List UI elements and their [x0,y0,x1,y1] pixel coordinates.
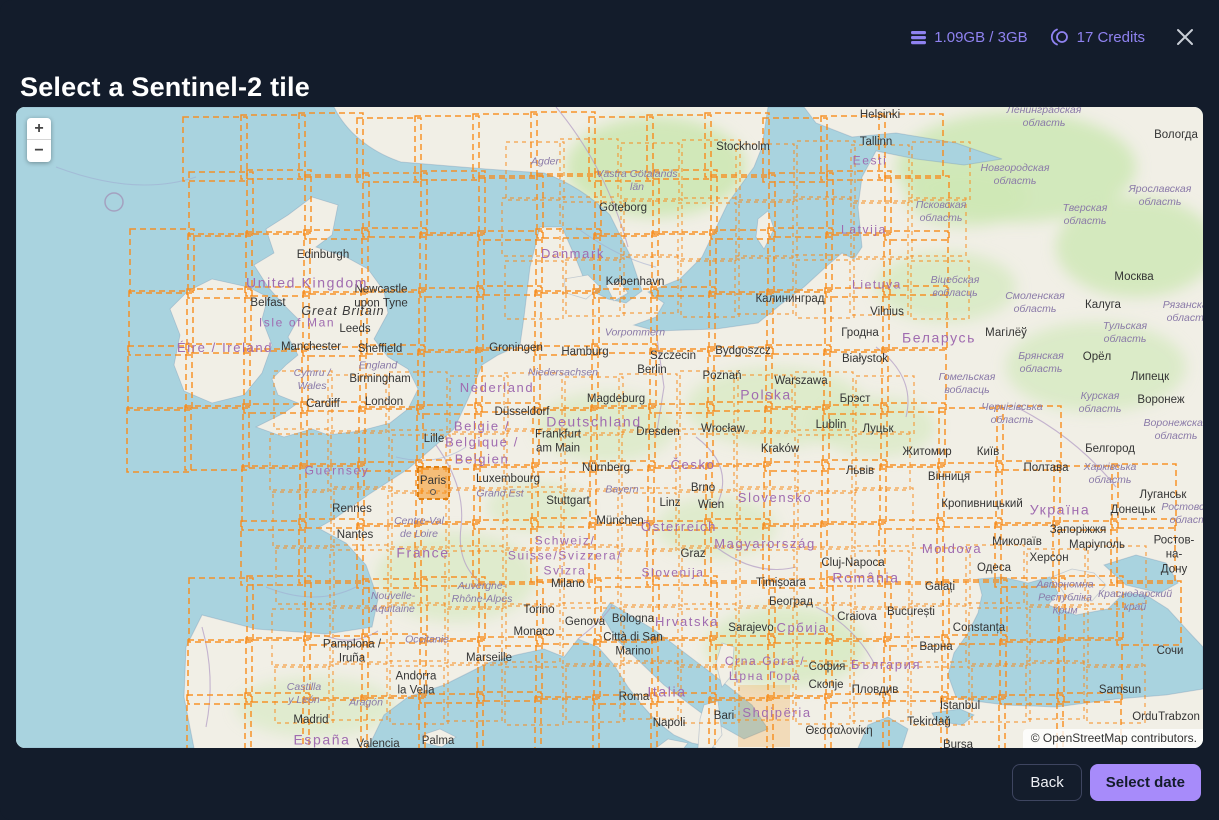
zoom-in-button[interactable]: + [27,118,51,140]
osm-attribution-link[interactable]: © OpenStreetMap contributors. [1031,731,1197,745]
map-attribution: © OpenStreetMap contributors. [1023,729,1203,748]
back-button[interactable]: Back [1012,764,1081,801]
close-icon [1175,27,1195,47]
credits-balance: 17 Credits [1050,28,1145,46]
map-zoom-control: + − [27,118,51,162]
map-viewport[interactable]: HelsinkiTallinnВологдаМоскваКалугаМагілё… [16,107,1203,748]
sentinel-tile-shaded[interactable] [738,685,790,747]
storage-usage-text: 1.09GB / 3GB [934,29,1027,46]
storage-icon [910,29,927,46]
storage-usage: 1.09GB / 3GB [910,29,1027,46]
select-tile-dialog: 1.09GB / 3GB 17 Credits Select a Sentine… [0,0,1219,820]
close-button[interactable] [1173,25,1197,49]
map-canvas [16,107,1203,748]
credits-balance-text: 17 Credits [1077,29,1145,46]
dialog-header: 1.09GB / 3GB 17 Credits [910,24,1197,50]
select-date-button[interactable]: Select date [1090,764,1201,801]
zoom-out-button[interactable]: − [27,140,51,162]
credits-icon [1050,28,1070,46]
dialog-footer: Back Select date [1012,764,1201,801]
page-title: Select a Sentinel-2 tile [20,72,310,103]
